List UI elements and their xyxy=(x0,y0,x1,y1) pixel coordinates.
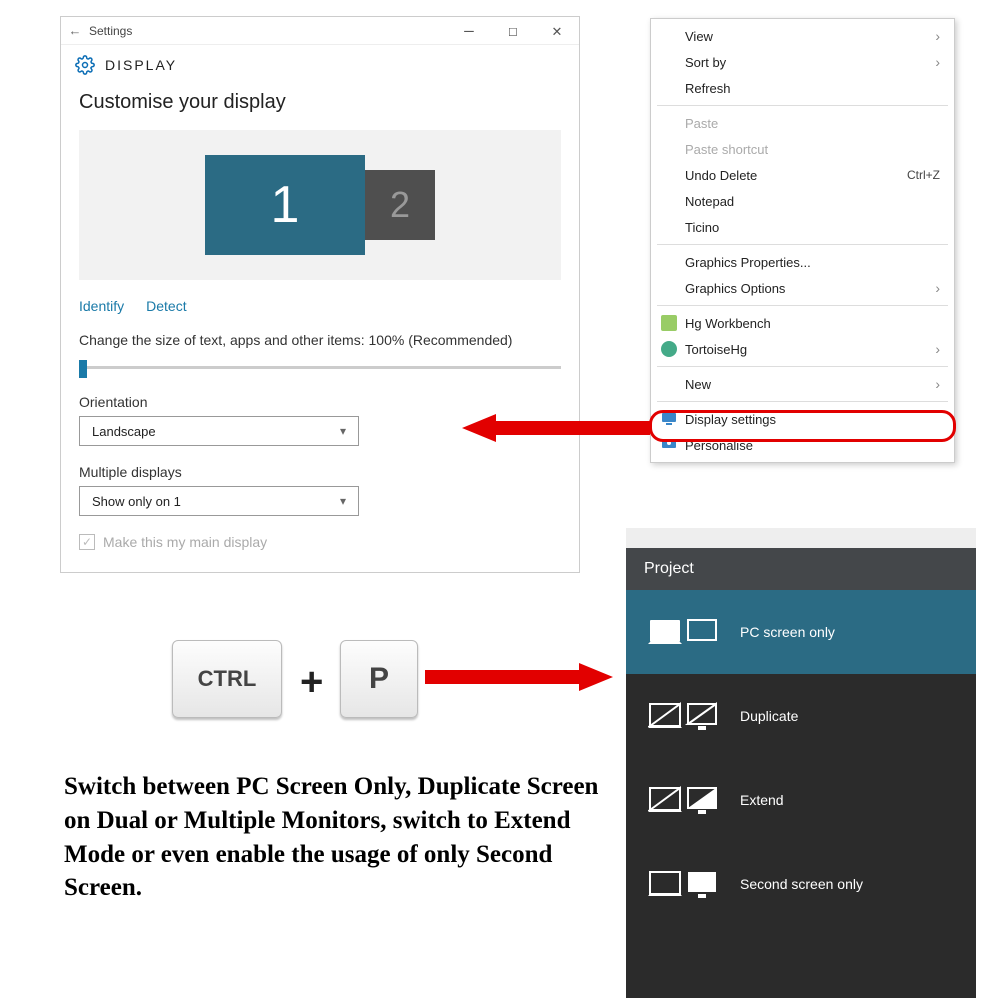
ctx-view[interactable]: View › xyxy=(651,23,954,49)
project-item-label: Extend xyxy=(740,792,784,808)
ctx-graphics-properties[interactable]: Graphics Properties... xyxy=(651,249,954,275)
chevron-down-icon: ▾ xyxy=(340,494,346,508)
slider-track xyxy=(79,366,561,369)
second-only-icon xyxy=(648,864,718,904)
extend-icon xyxy=(648,780,718,820)
ctrl-key: CTRL xyxy=(172,640,282,718)
chevron-right-icon: › xyxy=(935,54,940,70)
project-title: Project xyxy=(626,548,976,590)
arrow-annotation-left xyxy=(462,414,650,442)
ctx-ticino[interactable]: Ticino xyxy=(651,214,954,240)
gear-icon xyxy=(75,55,95,75)
ctx-undo-delete[interactable]: Undo Delete Ctrl+Z xyxy=(651,162,954,188)
identify-link[interactable]: Identify xyxy=(79,298,124,314)
chevron-down-icon: ▾ xyxy=(340,424,346,438)
arrow-annotation-right xyxy=(425,663,613,691)
display-arrangement[interactable]: 1 2 xyxy=(79,130,561,280)
orientation-label: Orientation xyxy=(79,394,561,410)
chevron-right-icon: › xyxy=(935,280,940,296)
project-extend[interactable]: Extend xyxy=(626,758,976,842)
orientation-dropdown[interactable]: Landscape ▾ xyxy=(79,416,359,446)
ctx-tortoisehg[interactable]: TortoiseHg › xyxy=(651,336,954,362)
monitor-2[interactable]: 2 xyxy=(365,170,435,240)
ctx-label: Ticino xyxy=(685,220,719,235)
tortoise-icon xyxy=(661,341,677,357)
ctx-label: View xyxy=(685,29,713,44)
duplicate-icon xyxy=(648,696,718,736)
minimize-button[interactable]: — xyxy=(447,17,491,45)
separator xyxy=(657,305,948,306)
ctx-hg-workbench[interactable]: Hg Workbench xyxy=(651,310,954,336)
hg-icon xyxy=(661,315,677,331)
ctx-label: Undo Delete xyxy=(685,168,757,183)
window-controls: — ☐ ✕ xyxy=(447,17,579,45)
maximize-button[interactable]: ☐ xyxy=(491,17,535,45)
project-duplicate[interactable]: Duplicate xyxy=(626,674,976,758)
ctx-sortby[interactable]: Sort by › xyxy=(651,49,954,75)
ctx-graphics-options[interactable]: Graphics Options › xyxy=(651,275,954,301)
separator xyxy=(657,105,948,106)
chevron-right-icon: › xyxy=(935,28,940,44)
ctx-label: TortoiseHg xyxy=(685,342,747,357)
display-links: Identify Detect xyxy=(79,298,561,314)
project-item-label: Duplicate xyxy=(740,708,798,724)
separator xyxy=(657,401,948,402)
scale-label: Change the size of text, apps and other … xyxy=(79,332,561,348)
orientation-value: Landscape xyxy=(92,424,156,439)
chevron-right-icon: › xyxy=(935,376,940,392)
caption-text: Switch between PC Screen Only, Duplicate… xyxy=(64,770,612,905)
multiple-displays-label: Multiple displays xyxy=(79,464,561,480)
pc-only-icon xyxy=(648,612,718,652)
multiple-displays-value: Show only on 1 xyxy=(92,494,181,509)
project-item-label: Second screen only xyxy=(740,876,863,892)
project-item-label: PC screen only xyxy=(740,624,835,640)
titlebar: ← Settings — ☐ ✕ xyxy=(61,17,579,45)
ctx-label: Notepad xyxy=(685,194,734,209)
ctx-label: New xyxy=(685,377,711,392)
ctx-label: Graphics Properties... xyxy=(685,255,811,270)
scale-slider[interactable] xyxy=(79,358,561,376)
p-key: P xyxy=(340,640,418,718)
project-pc-screen-only[interactable]: PC screen only xyxy=(626,590,976,674)
detect-link[interactable]: Detect xyxy=(146,298,186,314)
ctx-label: Paste xyxy=(685,116,718,131)
project-panel: Project PC screen only Duplicate Extend … xyxy=(626,528,976,998)
shortcut-text: Ctrl+Z xyxy=(907,168,940,182)
separator xyxy=(657,366,948,367)
page-title: Customise your display xyxy=(79,91,561,114)
highlight-annotation xyxy=(649,410,956,442)
main-display-label: Make this my main display xyxy=(103,534,267,550)
ctx-label: Paste shortcut xyxy=(685,142,768,157)
settings-window: ← Settings — ☐ ✕ DISPLAY Customise your … xyxy=(60,16,580,573)
chevron-right-icon: › xyxy=(935,341,940,357)
ctx-new[interactable]: New › xyxy=(651,371,954,397)
ctx-label: Sort by xyxy=(685,55,726,70)
multiple-displays-dropdown[interactable]: Show only on 1 ▾ xyxy=(79,486,359,516)
ctx-refresh[interactable]: Refresh xyxy=(651,75,954,101)
titlebar-title: Settings xyxy=(89,24,447,38)
slider-thumb[interactable] xyxy=(79,360,87,378)
ctx-label: Hg Workbench xyxy=(685,316,771,331)
ctx-notepad[interactable]: Notepad xyxy=(651,188,954,214)
settings-content: Customise your display 1 2 Identify Dete… xyxy=(61,91,579,572)
plus-sign: + xyxy=(300,660,323,705)
settings-section-title: DISPLAY xyxy=(105,57,177,73)
main-display-checkbox: ✓ Make this my main display xyxy=(79,534,561,550)
back-button[interactable]: ← xyxy=(61,23,89,38)
separator xyxy=(657,244,948,245)
close-button[interactable]: ✕ xyxy=(535,17,579,45)
project-second-screen-only[interactable]: Second screen only xyxy=(626,842,976,926)
ctx-label: Refresh xyxy=(685,81,731,96)
context-menu: View › Sort by › Refresh Paste Paste short… xyxy=(650,18,955,463)
ctx-label: Graphics Options xyxy=(685,281,785,296)
panel-edge xyxy=(626,528,976,548)
checkbox-icon: ✓ xyxy=(79,534,95,550)
ctx-paste: Paste xyxy=(651,110,954,136)
ctx-paste-shortcut: Paste shortcut xyxy=(651,136,954,162)
settings-header: DISPLAY xyxy=(61,45,579,91)
monitor-1[interactable]: 1 xyxy=(205,155,365,255)
